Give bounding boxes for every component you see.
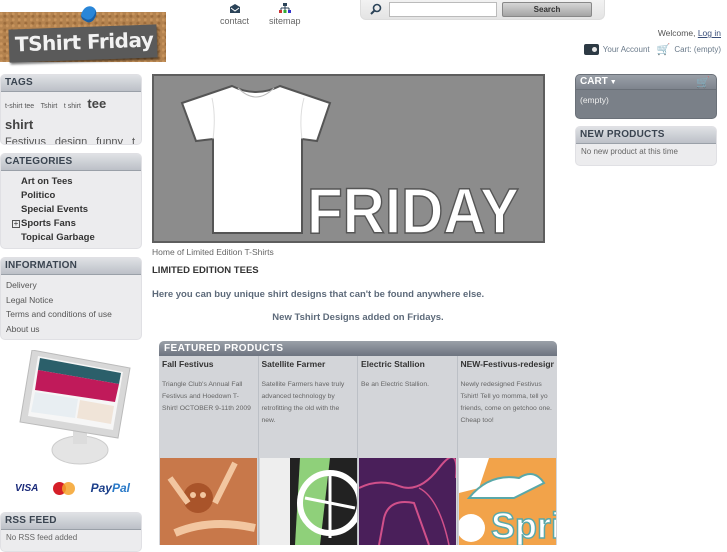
tag-link[interactable]: t-shirt tee: [5, 103, 34, 110]
paypal-logo: PayPal: [90, 481, 130, 495]
product-card[interactable]: Satellite Farmer Satellite Farmers have …: [259, 356, 358, 545]
tag-link[interactable]: t: [132, 134, 135, 144]
product-description: Newly redesigned Festivus Tshirt! Tell y…: [460, 381, 552, 424]
category-item-expandable[interactable]: + Sports Fans: [12, 217, 141, 231]
tag-cloud: t-shirt tee Tshirt t shirt tee shirt Fes…: [1, 92, 141, 144]
product-name[interactable]: Fall Festivus: [162, 359, 255, 379]
breadcrumb: Home of Limited Edition T-Shirts: [152, 247, 274, 257]
sitemap-link[interactable]: sitemap: [269, 3, 301, 26]
category-item[interactable]: Politico: [21, 189, 141, 203]
contact-link[interactable]: contact: [220, 3, 249, 26]
information-title: INFORMATION: [1, 258, 141, 275]
expand-icon[interactable]: +: [12, 220, 20, 228]
intro-text-2: New Tshirt Designs added on Fridays.: [272, 312, 444, 323]
tag-link[interactable]: Tshirt: [41, 103, 58, 110]
product-card[interactable]: NEW-Festivus-redesign Newly redesigned F…: [458, 356, 558, 545]
site-logo[interactable]: TShirt Friday: [0, 3, 166, 63]
pushpin-icon: [78, 3, 100, 25]
category-item[interactable]: Special Events: [21, 203, 141, 217]
info-link-terms[interactable]: Terms and conditions of use: [6, 307, 136, 322]
category-item[interactable]: Art on Tees: [21, 175, 141, 189]
rss-text: No RSS feed added: [6, 533, 78, 542]
rss-block: RSS FEED No RSS feed added: [0, 512, 142, 552]
categories-block: CATEGORIES Art on Tees Politico Special …: [0, 153, 142, 249]
user-bar: Your Account 🛒 Cart: (empty): [583, 43, 721, 56]
envelope-icon: [229, 3, 241, 14]
new-products-text: No new product at this time: [581, 147, 678, 156]
categories-title: CATEGORIES: [1, 154, 141, 171]
category-list: Art on Tees Politico Special Events + Spo…: [1, 171, 141, 245]
your-account-link[interactable]: Your Account: [583, 44, 650, 55]
product-description: Satellite Farmers have truly advanced te…: [261, 381, 345, 424]
svg-text:Spri: Spri: [491, 505, 556, 545]
cart-title[interactable]: CART ▼ 🛒: [576, 75, 716, 90]
product-card[interactable]: Fall Festivus Triangle Club's Annual Fal…: [159, 356, 259, 545]
cart-contents: (empty): [580, 95, 609, 105]
featured-title: FEATURED PRODUCTS: [159, 341, 557, 356]
header-cart-link[interactable]: 🛒 Cart: (empty): [657, 43, 721, 56]
product-image[interactable]: [359, 458, 456, 545]
login-link[interactable]: Log in: [698, 28, 721, 38]
info-link-about[interactable]: About us: [6, 322, 136, 337]
product-image[interactable]: [160, 458, 257, 545]
search-icon: [370, 3, 382, 15]
payment-methods: VISA PayPal: [15, 480, 130, 496]
tag-link[interactable]: Festivus: [5, 134, 46, 144]
account-icon: [583, 44, 599, 55]
information-list: Delivery Legal Notice Terms and conditio…: [1, 275, 141, 339]
info-link-delivery[interactable]: Delivery: [6, 278, 136, 293]
product-description: Triangle Club's Annual Fall Festivus and…: [162, 381, 251, 412]
visa-logo: VISA: [15, 482, 39, 494]
tags-block: TAGS t-shirt tee Tshirt t shirt tee shir…: [0, 74, 142, 145]
search-button[interactable]: Search: [502, 2, 592, 17]
tags-title: TAGS: [1, 75, 141, 92]
new-products-title: NEW PRODUCTS: [576, 127, 716, 144]
hero-text: FRIDAY: [307, 175, 519, 241]
caret-down-icon[interactable]: ▼: [610, 79, 617, 86]
product-name[interactable]: NEW-Festivus-redesign: [461, 359, 555, 379]
cart-block: CART ▼ 🛒 (empty): [575, 74, 717, 119]
tag-link[interactable]: tee shirt: [5, 96, 106, 132]
search-bar: Search: [360, 0, 605, 20]
new-products-block: NEW PRODUCTS No new product at this time: [575, 126, 717, 166]
search-input[interactable]: [389, 2, 497, 17]
product-name[interactable]: Electric Stallion: [361, 359, 454, 379]
cart-icon: 🛒: [696, 77, 710, 89]
rss-title: RSS FEED: [1, 513, 141, 530]
tag-link[interactable]: design: [55, 134, 87, 144]
tag-link[interactable]: funny: [96, 134, 123, 144]
intro-text: Here you can buy unique shirt designs th…: [152, 289, 485, 300]
product-card[interactable]: Electric Stallion Be an Electric Stallio…: [358, 356, 458, 545]
monitor-illustration: [19, 350, 131, 465]
product-image[interactable]: Spri: [458, 458, 556, 545]
category-item[interactable]: Topical Garbage: [21, 231, 141, 245]
info-link-legal[interactable]: Legal Notice: [6, 293, 136, 308]
page-heading: LIMITED EDITION TEES: [152, 265, 259, 276]
mastercard-logo: [53, 481, 76, 495]
information-block: INFORMATION Delivery Legal Notice Terms …: [0, 257, 142, 340]
cart-icon: 🛒: [656, 44, 671, 56]
tag-link[interactable]: t shirt: [64, 103, 81, 110]
tshirt-illustration: FRIDAY: [180, 84, 520, 248]
logo-text: TShirt Friday: [14, 27, 154, 57]
welcome-message: Welcome, Log in: [657, 28, 721, 38]
featured-products: FEATURED PRODUCTS Fall Festivus Triangle…: [159, 341, 557, 545]
product-name[interactable]: Satellite Farmer: [262, 359, 355, 379]
sitemap-icon: [278, 3, 291, 14]
hero-banner: FRIDAY: [152, 74, 545, 248]
product-image[interactable]: [259, 458, 357, 545]
product-description: Be an Electric Stallion.: [361, 381, 430, 388]
